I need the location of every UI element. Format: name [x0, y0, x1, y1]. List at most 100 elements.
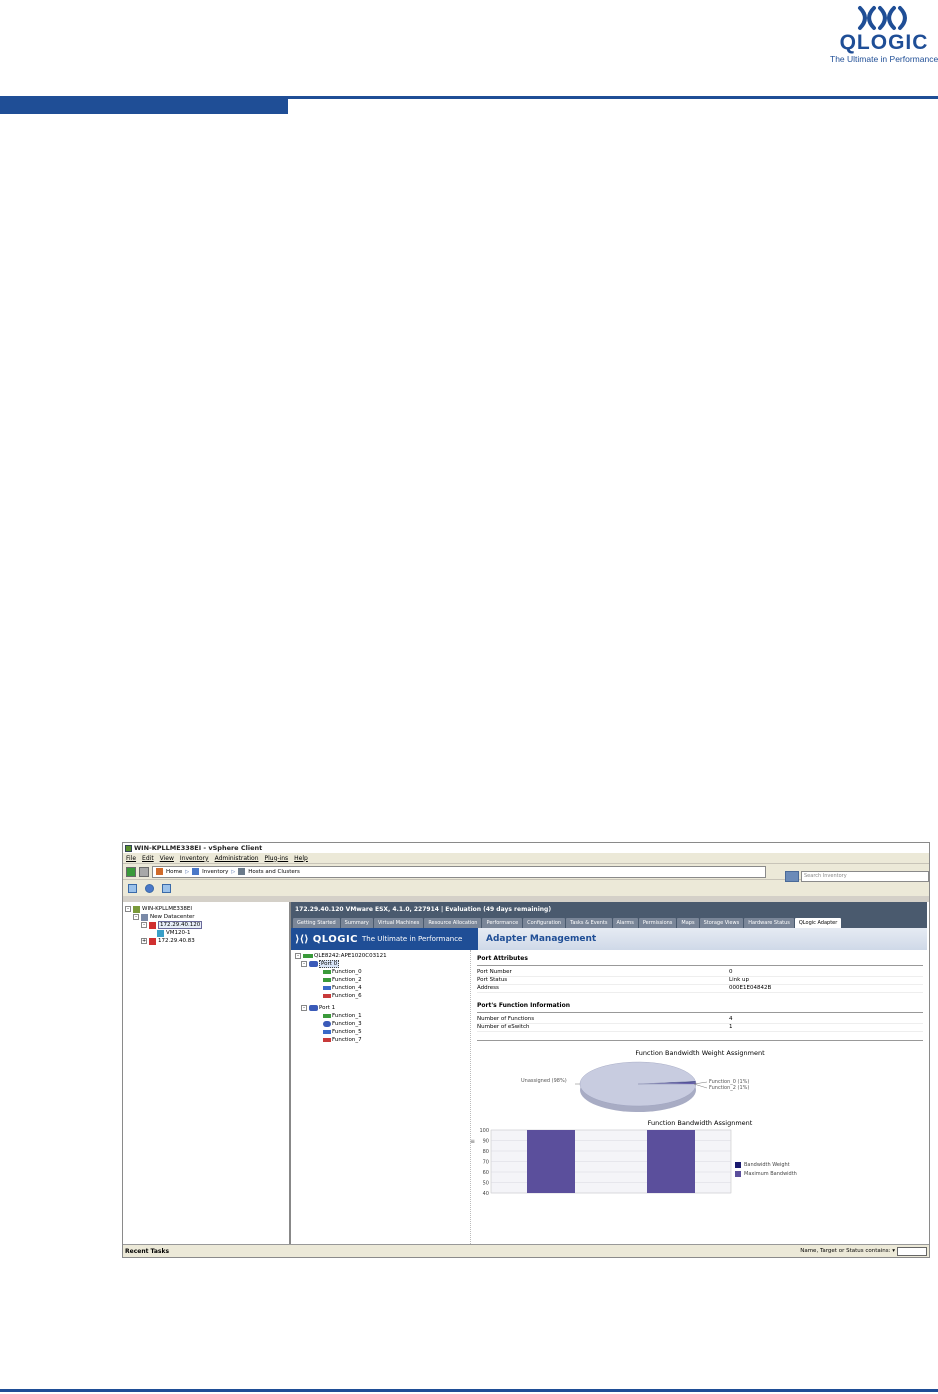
menu-inventory[interactable]: Inventory — [180, 855, 209, 862]
function-label: Function_3 — [332, 1021, 362, 1027]
nic-function-icon — [323, 1014, 331, 1018]
refresh-icon[interactable] — [145, 883, 154, 893]
tab-resource-allocation[interactable]: Resource Allocation — [424, 918, 482, 928]
tab-virtual-machines[interactable]: Virtual Machines — [373, 918, 424, 928]
recent-tasks-label[interactable]: Recent Tasks — [125, 1248, 169, 1255]
collapse-icon[interactable]: - — [301, 1005, 307, 1011]
tree-item-label: New Datacenter — [150, 914, 195, 920]
tree-item-function[interactable]: Function_0 — [295, 968, 466, 976]
tree-item-adapter[interactable]: - QLE8242:APE1020C03121 — [295, 952, 466, 960]
tab-summary[interactable]: Summary — [340, 918, 373, 928]
y-tick-label: 40 — [483, 1191, 489, 1197]
attr-row: Address 000E1E04842B — [477, 985, 923, 993]
breadcrumb-inventory[interactable]: Inventory — [202, 869, 228, 875]
new-vm-icon[interactable] — [162, 883, 171, 893]
forward-arrow-icon[interactable] — [139, 866, 149, 877]
menu-help[interactable]: Help — [294, 855, 308, 862]
bar — [647, 1130, 695, 1193]
tree-item-vm[interactable]: VM120-1 — [125, 929, 287, 937]
tab-configuration[interactable]: Configuration — [523, 918, 566, 928]
plugin-brand-tagline: The Ultimate in Performance — [362, 935, 463, 943]
tree-item-vcenter[interactable]: - WIN-KPLLME338EI — [125, 905, 287, 913]
collapse-icon[interactable]: - — [125, 906, 131, 912]
menu-view[interactable]: View — [160, 855, 174, 862]
datacenter-icon — [141, 913, 148, 921]
tree-item-datacenter[interactable]: - New Datacenter — [125, 913, 287, 921]
section-title-port-attributes: Port Attributes — [477, 952, 923, 966]
logo-tagline: The Ultimate in Performance — [830, 54, 938, 64]
vm-icon — [157, 929, 164, 937]
collapse-icon[interactable]: - — [133, 914, 139, 920]
tab-storage-views[interactable]: Storage Views — [699, 918, 744, 928]
section-title-function-info: Port's Function Information — [477, 999, 923, 1013]
fcoe-function-icon — [323, 994, 331, 998]
tree-item-host-83[interactable]: + 172.29.40.83 — [125, 937, 287, 945]
adapter-card-icon — [303, 954, 313, 958]
host-detail-pane: 172.29.40.120 VMware ESX, 4.1.0, 227914 … — [291, 902, 927, 1244]
qlogic-mark-icon: ⟩⟨⟩ — [295, 933, 309, 945]
tree-item-host-120[interactable]: - 172.29.40.120 — [125, 921, 287, 929]
filter-label[interactable]: Name, Target or Status contains: ▾ — [800, 1248, 895, 1254]
tab-permissions[interactable]: Permissions — [638, 918, 677, 928]
legend-swatch — [735, 1161, 741, 1168]
legend-item-maximum-bandwidth: Maximum Bandwidth — [735, 1169, 797, 1178]
search-input[interactable]: Search Inventory — [801, 871, 929, 882]
attr-row: Port Number 0 — [477, 969, 923, 977]
tab-performance[interactable]: Performance — [482, 918, 523, 928]
tab-getting-started[interactable]: Getting Started — [293, 918, 340, 928]
tree-item-function[interactable]: Function_6 — [295, 992, 466, 1000]
attr-value: 0 — [729, 969, 733, 975]
tab-alarms[interactable]: Alarms — [612, 918, 638, 928]
search-box: Search Inventory — [785, 871, 929, 882]
tab-tasks-events[interactable]: Tasks & Events — [566, 918, 612, 928]
menu-administration[interactable]: Administration — [215, 855, 259, 862]
attr-key: Number of eSwitch — [477, 1024, 530, 1030]
pie-label-unassigned: Unassigned (98%) — [521, 1078, 567, 1084]
tree-item-function[interactable]: Function_4 — [295, 984, 466, 992]
search-scope-icon[interactable] — [785, 871, 799, 882]
breadcrumb-home[interactable]: Home — [166, 869, 182, 875]
tab-maps[interactable]: Maps — [677, 918, 699, 928]
y-tick-label: 90 — [483, 1139, 489, 1145]
attr-row: Port Status Link up — [477, 977, 923, 985]
tree-item-function[interactable]: Function_7 — [295, 1036, 466, 1044]
window-titlebar[interactable]: WIN-KPLLME338EI - vSphere Client — [123, 843, 929, 853]
tree-item-function[interactable]: Function_5 — [295, 1028, 466, 1036]
iscsi-function-icon — [323, 986, 331, 990]
page-title: Adapter Management — [478, 928, 927, 950]
menu-file[interactable]: File — [126, 855, 136, 862]
tree-item-function[interactable]: Function_2 — [295, 976, 466, 984]
footer-rule — [0, 1389, 938, 1392]
function-label: Function_0 — [332, 969, 362, 975]
port-label: Port 1 — [319, 1005, 336, 1011]
hosts-clusters-icon — [238, 868, 246, 875]
back-arrow-icon[interactable] — [126, 866, 136, 877]
host-icon — [149, 921, 156, 929]
menu-plugins[interactable]: Plug-ins — [265, 855, 289, 862]
tab-hardware-status[interactable]: Hardware Status — [744, 918, 794, 928]
tree-item-label: VM120-1 — [166, 930, 191, 936]
tab-qlogic-adapter[interactable]: QLogic Adapter — [794, 918, 842, 928]
filter-input[interactable] — [897, 1246, 927, 1256]
nic-function-icon — [323, 970, 331, 974]
expand-icon[interactable]: + — [141, 938, 147, 944]
add-host-icon[interactable] — [128, 883, 137, 893]
collapse-icon[interactable]: - — [295, 953, 301, 959]
host-icon — [149, 937, 156, 945]
collapse-icon[interactable]: - — [301, 961, 307, 967]
tree-item-port-0[interactable]: - Port 0 — [295, 960, 466, 968]
attr-key: Address — [477, 985, 499, 991]
adapter-label: QLE8242:APE1020C03121 — [314, 953, 387, 959]
breadcrumb-separator-icon: ▷ — [231, 868, 236, 875]
collapse-icon[interactable]: - — [141, 922, 147, 928]
attr-key: Port Number — [477, 969, 512, 975]
breadcrumb-hosts-clusters[interactable]: Hosts and Clusters — [248, 869, 300, 875]
tree-item-function[interactable]: Function_1 — [295, 1012, 466, 1020]
attr-value: 1 — [729, 1024, 733, 1030]
port-details: Port Attributes Port Number 0 Port Statu… — [477, 950, 923, 1244]
tree-item-port-1[interactable]: - Port 1 — [295, 1004, 466, 1012]
tree-item-function[interactable]: Function_3 — [295, 1020, 466, 1028]
function-label: Function_2 — [332, 977, 362, 983]
menu-edit[interactable]: Edit — [142, 855, 154, 862]
splitter-grip-icon[interactable]: ≡ — [470, 1138, 475, 1145]
